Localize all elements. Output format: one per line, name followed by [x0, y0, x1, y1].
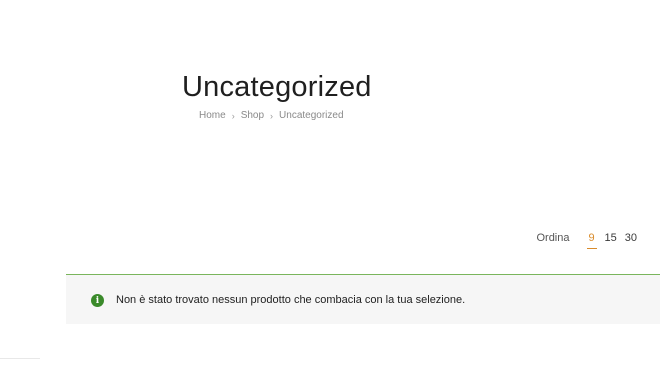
breadcrumb: Home › Shop › Uncategorized — [199, 110, 344, 121]
notice-message: Non è stato trovato nessun prodotto che … — [116, 293, 466, 306]
products-per-page: Ordina 9 15 30 — [536, 232, 637, 249]
per-page-option-9[interactable]: 9 — [587, 232, 597, 249]
breadcrumb-shop-link[interactable]: Shop — [241, 110, 264, 121]
breadcrumb-separator-icon: › — [270, 110, 274, 121]
per-page-label: Ordina — [536, 232, 570, 244]
footer-divider — [0, 358, 40, 359]
page-title: Uncategorized — [182, 71, 372, 104]
breadcrumb-separator-icon: › — [231, 110, 235, 121]
info-icon: i — [91, 294, 104, 307]
per-page-option-30[interactable]: 30 — [625, 232, 637, 244]
page: Uncategorized Home › Shop › Uncategorize… — [0, 0, 660, 373]
breadcrumb-home-link[interactable]: Home — [199, 110, 226, 121]
no-products-notice: i Non è stato trovato nessun prodotto ch… — [66, 274, 660, 324]
per-page-option-15[interactable]: 15 — [605, 232, 617, 244]
breadcrumb-current: Uncategorized — [279, 110, 344, 121]
